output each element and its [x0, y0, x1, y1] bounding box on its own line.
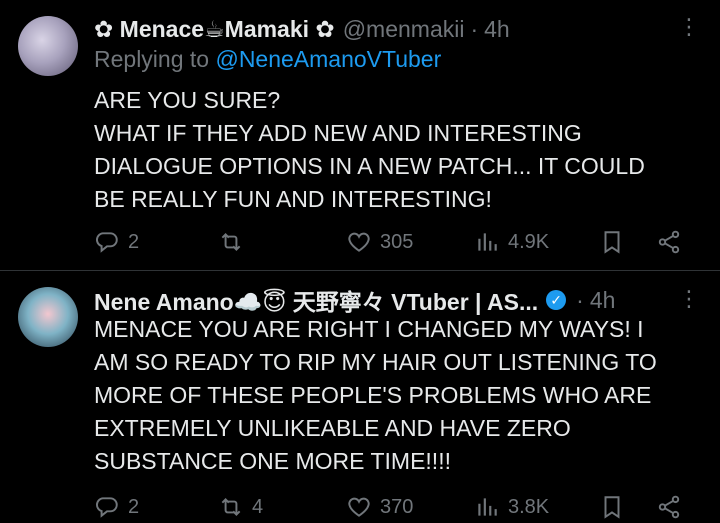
tweet-header: Nene Amano☁️😇 天野寧々 VTuber | AS... ✓ · 4h — [94, 283, 616, 317]
separator-dot: · — [576, 286, 584, 313]
repost-icon — [221, 233, 241, 251]
timestamp[interactable]: 4h — [484, 16, 510, 43]
views-icon — [478, 498, 497, 516]
replying-to: Replying to @NeneAmanoVTuber — [94, 46, 441, 73]
action-bar: 2 305 4.9K — [94, 227, 694, 257]
tweet-text: ARE YOU SURE? WHAT IF THEY ADD NEW AND I… — [94, 84, 704, 216]
share-icon — [658, 495, 680, 519]
reply-button[interactable]: 2 — [94, 492, 139, 522]
tweet-text-line: AM SO READY TO RIP MY HAIR OUT LISTENING… — [94, 349, 657, 375]
display-name[interactable]: ✿ Menace☕Mamaki ✿ — [94, 16, 335, 43]
reply-count: 2 — [128, 230, 140, 253]
separator-dot: · — [470, 15, 479, 42]
user-handle[interactable]: @menmakii — [343, 16, 465, 43]
tweet-text-line: BE REALLY FUN AND INTERESTING! — [94, 186, 492, 212]
share-button[interactable] — [656, 492, 682, 522]
heart-icon — [348, 232, 370, 252]
tweet-text-line: EXTREMELY UNLIKEABLE AND HAVE ZERO — [94, 415, 571, 441]
tweet-header: ✿ Menace☕Mamaki ✿ @menmakii · 4h — [94, 14, 510, 44]
replying-to-mention[interactable]: @NeneAmanoVTuber — [215, 46, 441, 72]
timestamp[interactable]: 4h — [590, 287, 616, 314]
avatar[interactable] — [18, 16, 78, 76]
tweet-text-line: WHAT IF THEY ADD NEW AND INTERESTING — [94, 120, 582, 146]
tweet[interactable]: Nene Amano☁️😇 天野寧々 VTuber | AS... ✓ · 4h… — [0, 270, 720, 523]
repost-count: 4 — [252, 495, 264, 518]
action-bar: 2 4 370 3.8K — [94, 492, 694, 522]
repost-icon — [221, 498, 241, 516]
views-count: 3.8K — [508, 495, 550, 518]
views-button[interactable]: 3.8K — [474, 492, 549, 522]
verified-badge-icon: ✓ — [546, 290, 567, 310]
like-count: 370 — [380, 495, 414, 518]
reply-icon — [96, 497, 118, 518]
avatar[interactable] — [18, 287, 78, 347]
bookmark-icon — [604, 496, 620, 519]
views-count: 4.9K — [508, 230, 550, 253]
tweet-text-line: DIALOGUE OPTIONS IN A NEW PATCH... IT CO… — [94, 153, 645, 179]
like-button[interactable]: 370 — [346, 492, 413, 522]
repost-button[interactable] — [218, 227, 252, 257]
repost-button[interactable]: 4 — [218, 492, 263, 522]
reply-icon — [96, 232, 118, 253]
reply-count: 2 — [128, 495, 140, 518]
views-button[interactable]: 4.9K — [474, 227, 549, 257]
bookmark-icon — [604, 231, 620, 254]
views-icon — [478, 233, 497, 251]
heart-icon — [348, 497, 370, 517]
bookmark-button[interactable] — [599, 492, 625, 522]
bookmark-button[interactable] — [599, 227, 625, 257]
replying-prefix: Replying to — [94, 46, 210, 72]
more-icon[interactable]: ⋮ — [678, 286, 700, 312]
share-button[interactable] — [656, 227, 682, 257]
more-icon[interactable]: ⋮ — [678, 14, 700, 40]
reply-button[interactable]: 2 — [94, 227, 139, 257]
tweet-text-line: ARE YOU SURE? — [94, 87, 281, 113]
display-name[interactable]: Nene Amano☁️😇 天野寧々 VTuber | AS... — [94, 283, 538, 317]
tweet[interactable]: ✿ Menace☕Mamaki ✿ @menmakii · 4h ⋮ Reply… — [0, 0, 720, 270]
like-button[interactable]: 305 — [346, 227, 413, 257]
like-count: 305 — [380, 230, 414, 253]
tweet-text-line: MORE OF THESE PEOPLE'S PROBLEMS WHO ARE — [94, 382, 652, 408]
tweet-text-line: MENACE YOU ARE RIGHT I CHANGED MY WAYS! … — [94, 316, 644, 342]
tweet-text: MENACE YOU ARE RIGHT I CHANGED MY WAYS! … — [94, 313, 704, 478]
share-icon — [658, 230, 680, 254]
tweet-text-line: SUBSTANCE ONE MORE TIME!!!! — [94, 448, 451, 474]
